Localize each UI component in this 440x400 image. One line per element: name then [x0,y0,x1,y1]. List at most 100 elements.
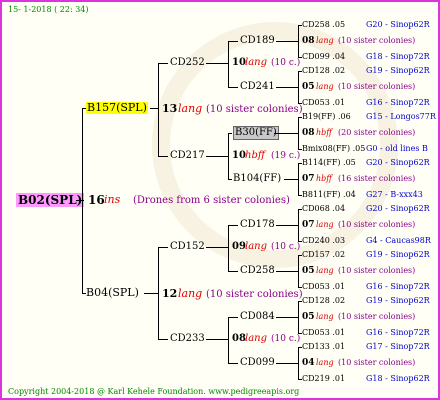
g4-bot-origin: G16 - Sinop72R [366,282,430,291]
connector [276,41,298,42]
connector [276,87,298,88]
g4-top-origin: G19 - Sinop62R [366,296,430,305]
g4-bot-origin: G16 - Sinop72R [366,328,430,337]
connector [206,339,228,340]
connector [158,247,159,339]
g3-queen[interactable]: CD084 [240,311,275,323]
dam-num: 12 [162,287,178,300]
g4-bot-queen[interactable]: CD053 .01 [302,97,345,109]
g4-bot-origin: G18 - Sinop62R [366,374,430,383]
g4-bot-queen[interactable]: CD240 .03 [302,235,345,247]
g4-top-origin: G15 - Longos77R [366,112,436,121]
g4-lang: hbff [316,128,332,137]
g2-num: 10 [232,57,246,68]
connector [150,108,158,109]
g2-lang: lang [245,333,268,344]
connector [228,317,238,318]
connector [298,301,299,333]
connector [276,225,298,226]
connector [158,63,159,156]
g3-queen[interactable]: CD241 [240,81,275,93]
g4-bot-origin: G27 - B-xxx43 [366,190,423,199]
g3-queen[interactable]: CD189 [240,35,275,47]
connector [298,347,299,379]
g4-num: 07 [302,174,315,184]
dam-queen[interactable]: B04(SPL) [86,287,139,299]
g4-lang: lang [316,358,334,367]
connector [274,133,298,134]
g4-top-queen[interactable]: B19(FF) .06 [302,111,351,123]
g4-top-queen[interactable]: CD258 .05 [302,19,345,31]
g4-bot-origin: G18 - Sinop72R [366,52,430,61]
root-ins: ins [104,193,121,206]
g4-note: (10 sister colonies) [338,220,416,229]
g4-top-queen[interactable]: CD133 .01 [302,341,345,353]
connector [206,63,228,64]
root-note: (Drones from 6 sister colonies) [133,195,290,206]
g2-note: (10 c.) [271,58,301,68]
g3-queen[interactable]: CD258 [240,265,275,277]
connector [206,156,228,157]
connector [228,87,238,88]
copyright-footer: Copyright 2004-2018 @ Karl Kehele Founda… [8,387,300,396]
connector [158,156,168,157]
g3-queen[interactable]: B30(FF) [233,126,279,140]
connector [206,247,228,248]
connector [82,108,83,293]
g4-bot-queen[interactable]: CD099 .04 [302,51,345,63]
connector [158,63,168,64]
g4-note: (10 sister colonies) [338,82,416,91]
connector [228,363,238,364]
g2-lang: lang [245,241,268,252]
g4-top-queen[interactable]: CD128 .02 [302,295,345,307]
g4-note: (20 sister colonies) [338,128,416,137]
sire-note: (10 sister colonies) [206,104,303,115]
g4-bot-queen[interactable]: B811(FF) .04 [302,189,356,201]
g2-queen[interactable]: CD252 [170,57,205,69]
g4-top-origin: G19 - Sinop62R [366,250,430,259]
root-num: 16 [88,193,105,207]
g4-num: 08 [302,128,315,138]
g4-lang: lang [316,82,334,91]
g4-bot-origin: G16 - Sinop72R [366,98,430,107]
g3-queen[interactable]: CD099 [240,357,275,369]
g4-top-origin: G19 - Sinop62R [366,66,430,75]
g2-queen[interactable]: CD233 [170,333,205,345]
g4-bot-queen[interactable]: CD219 .01 [302,373,345,385]
sire-lang: lang [178,102,203,115]
g3-queen[interactable]: B104(FF) [233,173,281,185]
connector [276,317,298,318]
g4-top-queen[interactable]: CD068 .04 [302,203,345,215]
connector [276,363,298,364]
g2-queen[interactable]: CD152 [170,241,205,253]
connector [298,255,299,287]
g4-bot-queen[interactable]: Bmix08(FF) .05 [302,143,365,155]
dam-note: (10 sister colonies) [206,289,303,300]
g4-num: 05 [302,82,315,92]
g2-note: (10 c.) [271,242,301,252]
connector [158,247,168,248]
g4-note: (10 sister colonies) [338,358,416,367]
g4-bot-queen[interactable]: CD053 .01 [302,281,345,293]
g4-lang: lang [316,220,334,229]
dam-lang: lang [178,287,203,300]
g4-bot-queen[interactable]: CD053 .01 [302,327,345,339]
g4-num: 04 [302,358,315,368]
connector [298,209,299,241]
connector [284,179,298,180]
g4-note: (10 sister colonies) [338,36,416,45]
g3-queen[interactable]: CD178 [240,219,275,231]
g2-queen[interactable]: CD217 [170,150,205,162]
connector [228,225,229,271]
g2-num: 10 [232,150,246,161]
g4-top-queen[interactable]: CD157 .02 [302,249,345,261]
g2-lang: hbff [245,150,265,161]
g4-top-queen[interactable]: CD128 .02 [302,65,345,77]
root-queen[interactable]: B02(SPL) [16,193,85,207]
connector [144,293,158,294]
g4-lang: lang [316,312,334,321]
g4-top-origin: G20 - Sinop62R [366,20,430,29]
g4-top-queen[interactable]: B114(FF) .05 [302,157,356,169]
sire-queen[interactable]: B157(SPL) [86,102,148,114]
connector [228,41,238,42]
